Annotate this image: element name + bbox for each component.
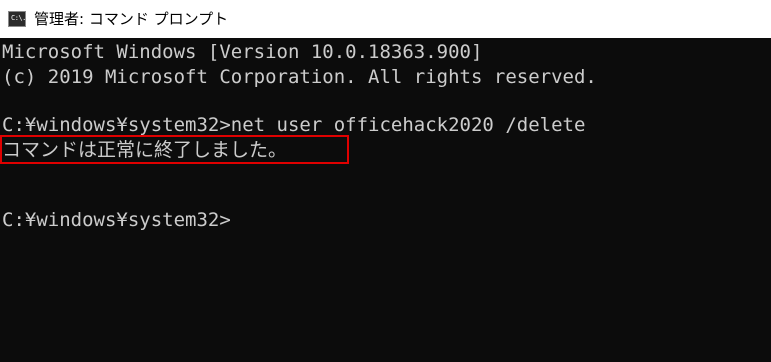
cmd-icon[interactable]: C:\. [8,11,26,27]
console-line-command: C:¥windows¥system32>net user officehack2… [2,114,586,136]
window-title: 管理者: コマンド プロンプト [34,10,229,28]
title-bar[interactable]: C:\. 管理者: コマンド プロンプト [0,0,771,38]
cmd-icon-glyph: C:\. [11,14,26,22]
command-prompt-window: C:\. 管理者: コマンド プロンプト Microsoft Windows [… [0,0,771,362]
console-line-version: Microsoft Windows [Version 10.0.18363.90… [2,41,483,63]
console-prompt[interactable]: C:¥windows¥system32> [2,208,231,232]
console-output[interactable]: Microsoft Windows [Version 10.0.18363.90… [0,38,771,362]
console-line-result: コマンドは正常に終了しました。 [2,139,288,161]
console-line-copyright: (c) 2019 Microsoft Corporation. All righ… [2,66,597,88]
